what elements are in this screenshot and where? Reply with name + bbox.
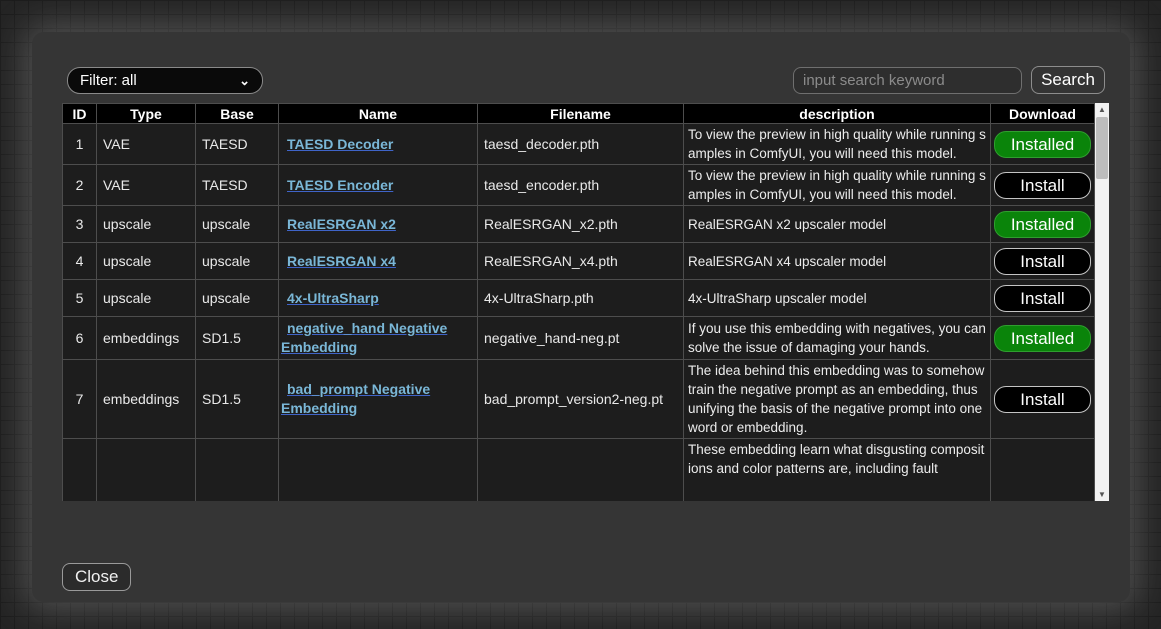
cell-type: upscale xyxy=(97,280,196,317)
cell-type xyxy=(97,439,196,502)
cell-download: Install xyxy=(991,360,1095,439)
search-button[interactable]: Search xyxy=(1031,66,1105,94)
cell-type: embeddings xyxy=(97,317,196,360)
cell-download: Installed xyxy=(991,206,1095,243)
cell-type: VAE xyxy=(97,124,196,165)
cell-name xyxy=(279,439,478,502)
column-header-filename: Filename xyxy=(478,104,684,124)
cell-download: Install xyxy=(991,243,1095,280)
column-header-id: ID xyxy=(63,104,97,124)
cell-id: 3 xyxy=(63,206,97,243)
cell-id: 7 xyxy=(63,360,97,439)
cell-filename: 4x-UltraSharp.pth xyxy=(478,280,684,317)
model-table-container: IDTypeBaseNameFilenamedescriptionDownloa… xyxy=(62,103,1109,501)
table-row: 4upscaleupscaleRealESRGAN x4RealESRGAN_x… xyxy=(63,243,1095,280)
cell-name: negative_hand Negative Embedding xyxy=(279,317,478,360)
chevron-down-icon: ⌄ xyxy=(239,74,250,87)
cell-download: Installed xyxy=(991,124,1095,165)
column-header-name: Name xyxy=(279,104,478,124)
cell-base: TAESD xyxy=(196,124,279,165)
cell-base xyxy=(196,439,279,502)
cell-base: SD1.5 xyxy=(196,317,279,360)
model-name-link[interactable]: bad_prompt Negative Embedding xyxy=(281,380,475,418)
cell-description: If you use this embedding with negatives… xyxy=(684,317,991,360)
column-header-description: description xyxy=(684,104,991,124)
table-row: 6embeddingsSD1.5negative_hand Negative E… xyxy=(63,317,1095,360)
model-name-link[interactable]: RealESRGAN x2 xyxy=(281,215,396,234)
cell-description: RealESRGAN x2 upscaler model xyxy=(684,206,991,243)
cell-description: 4x-UltraSharp upscaler model xyxy=(684,280,991,317)
cell-download: Install xyxy=(991,165,1095,206)
install-button[interactable]: Install xyxy=(994,172,1091,199)
cell-description: To view the preview in high quality whil… xyxy=(684,165,991,206)
model-name-link[interactable]: negative_hand Negative Embedding xyxy=(281,319,475,357)
cell-filename: RealESRGAN_x4.pth xyxy=(478,243,684,280)
cell-name: RealESRGAN x4 xyxy=(279,243,478,280)
model-manager-dialog: Filter: all ⌄ Search IDTypeBaseNameFilen… xyxy=(32,32,1130,602)
table-header-row: IDTypeBaseNameFilenamedescriptionDownloa… xyxy=(63,104,1095,124)
model-name-link[interactable]: TAESD Decoder xyxy=(281,135,393,154)
filter-dropdown-value: Filter: all xyxy=(80,72,137,89)
cell-id: 1 xyxy=(63,124,97,165)
cell-type: VAE xyxy=(97,165,196,206)
cell-name: 4x-UltraSharp xyxy=(279,280,478,317)
cell-type: embeddings xyxy=(97,360,196,439)
cell-filename: negative_hand-neg.pt xyxy=(478,317,684,360)
install-button[interactable]: Install xyxy=(994,248,1091,275)
cell-filename xyxy=(478,439,684,502)
cell-description: The idea behind this embedding was to so… xyxy=(684,360,991,439)
model-table: IDTypeBaseNameFilenamedescriptionDownloa… xyxy=(62,103,1095,501)
cell-name: TAESD Encoder xyxy=(279,165,478,206)
table-row: 3upscaleupscaleRealESRGAN x2RealESRGAN_x… xyxy=(63,206,1095,243)
filter-dropdown[interactable]: Filter: all ⌄ xyxy=(67,67,263,94)
cell-filename: taesd_encoder.pth xyxy=(478,165,684,206)
install-button[interactable]: Install xyxy=(994,285,1091,312)
cell-download: Install xyxy=(991,280,1095,317)
cell-name: TAESD Decoder xyxy=(279,124,478,165)
cell-download: Installed xyxy=(991,317,1095,360)
model-name-link[interactable]: TAESD Encoder xyxy=(281,176,393,195)
cell-description: RealESRGAN x4 upscaler model xyxy=(684,243,991,280)
cell-name: bad_prompt Negative Embedding xyxy=(279,360,478,439)
cell-base: TAESD xyxy=(196,165,279,206)
cell-base: upscale xyxy=(196,243,279,280)
cell-type: upscale xyxy=(97,243,196,280)
cell-id xyxy=(63,439,97,502)
scrollbar-down-arrow[interactable]: ▼ xyxy=(1095,488,1109,501)
column-header-download: Download xyxy=(991,104,1095,124)
cell-base: upscale xyxy=(196,280,279,317)
column-header-base: Base xyxy=(196,104,279,124)
cell-name: RealESRGAN x2 xyxy=(279,206,478,243)
installed-button[interactable]: Installed xyxy=(994,211,1091,238)
search-input[interactable] xyxy=(793,67,1022,94)
table-row: 5upscaleupscale4x-UltraSharp4x-UltraShar… xyxy=(63,280,1095,317)
close-button[interactable]: Close xyxy=(62,563,131,591)
table-row: 7embeddingsSD1.5bad_prompt Negative Embe… xyxy=(63,360,1095,439)
install-button[interactable]: Install xyxy=(994,386,1091,413)
cell-id: 2 xyxy=(63,165,97,206)
cell-type: upscale xyxy=(97,206,196,243)
model-name-link[interactable]: RealESRGAN x4 xyxy=(281,252,396,271)
table-scrollbar[interactable]: ▲ ▼ xyxy=(1095,103,1109,501)
installed-button[interactable]: Installed xyxy=(994,325,1091,352)
cell-filename: bad_prompt_version2-neg.pt xyxy=(478,360,684,439)
table-row: These embedding learn what disgusting co… xyxy=(63,439,1095,502)
table-row: 1VAETAESDTAESD Decoder taesd_decoder.pthT… xyxy=(63,124,1095,165)
cell-base: SD1.5 xyxy=(196,360,279,439)
cell-id: 4 xyxy=(63,243,97,280)
model-name-link[interactable]: 4x-UltraSharp xyxy=(281,289,379,308)
cell-filename: taesd_decoder.pth xyxy=(478,124,684,165)
scrollbar-up-arrow[interactable]: ▲ xyxy=(1095,103,1109,116)
cell-id: 6 xyxy=(63,317,97,360)
cell-description: To view the preview in high quality whil… xyxy=(684,124,991,165)
scrollbar-thumb[interactable] xyxy=(1096,117,1108,179)
cell-filename: RealESRGAN_x2.pth xyxy=(478,206,684,243)
column-header-type: Type xyxy=(97,104,196,124)
cell-download xyxy=(991,439,1095,502)
table-row: 2VAETAESDTAESD Encoder taesd_encoder.pthT… xyxy=(63,165,1095,206)
cell-description: These embedding learn what disgusting co… xyxy=(684,439,991,502)
cell-base: upscale xyxy=(196,206,279,243)
installed-button[interactable]: Installed xyxy=(994,131,1091,158)
cell-id: 5 xyxy=(63,280,97,317)
